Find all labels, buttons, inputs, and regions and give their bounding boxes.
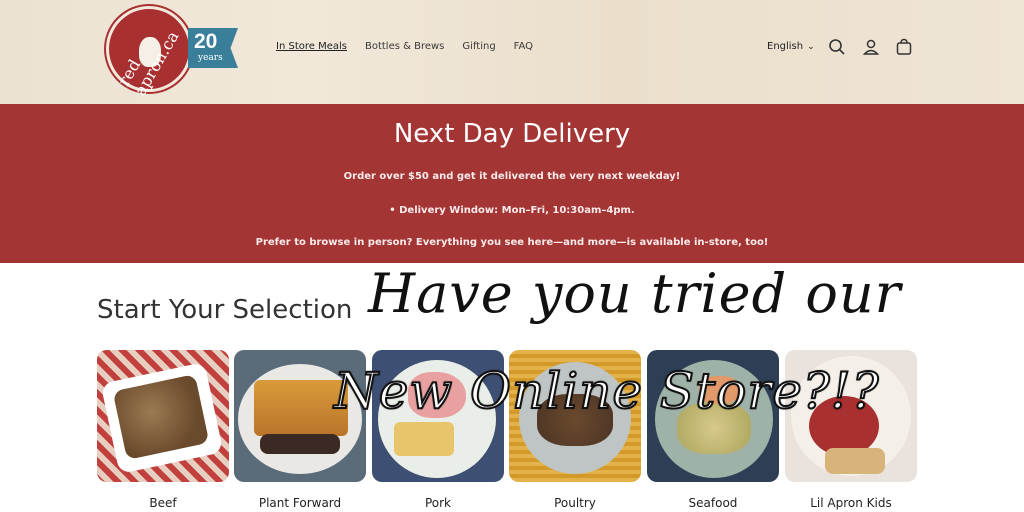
promo-subheadline: New Online Store?!? [333,361,880,421]
nav-gifting[interactable]: Gifting [462,41,495,52]
category-label-poultry[interactable]: Poultry [509,496,641,510]
search-icon[interactable] [828,38,846,56]
main-nav: In Store Meals Bottles & Brews Gifting F… [276,41,551,52]
banner-line-window: • Delivery Window: Mon–Fri, 10:30am–4pm. [389,205,635,216]
nav-faq[interactable]: FAQ [514,41,533,52]
delivery-banner: Next Day Delivery Order over $50 and get… [0,104,1024,263]
account-icon[interactable] [862,38,880,56]
banner-line-order: Order over $50 and get it delivered the … [343,171,681,182]
category-label-beef[interactable]: Beef [97,496,229,510]
language-label: English [767,41,804,52]
category-label-lil-apron-kids[interactable]: Lil Apron Kids [785,496,917,510]
badge-word: years [198,53,223,63]
promo-headline: Have you tried our [368,262,902,325]
badge-number: 20 [194,30,218,53]
frittata-image [394,422,454,456]
category-label-pork[interactable]: Pork [372,496,504,510]
cart-icon[interactable] [895,38,913,56]
category-label-seafood[interactable]: Seafood [647,496,779,510]
banner-line-instore: Prefer to browse in person? Everything y… [255,237,769,248]
section-title: Start Your Selection [97,295,353,325]
site-logo[interactable]: red apron.ca [106,6,192,99]
kids-meal-image [825,448,885,474]
nav-in-store-meals[interactable]: In Store Meals [276,41,347,52]
banner-title: Next Day Delivery [393,119,631,149]
category-card-beef[interactable] [97,350,229,482]
category-label-plant-forward[interactable]: Plant Forward [234,496,366,510]
nav-bottles-brews[interactable]: Bottles & Brews [365,41,444,52]
lentil-image [260,434,340,454]
site-header: red apron.ca 20 years In Store Meals Bot… [0,0,1024,104]
language-selector[interactable]: English ⌄ [767,41,815,52]
chevron-down-icon: ⌄ [807,42,815,52]
